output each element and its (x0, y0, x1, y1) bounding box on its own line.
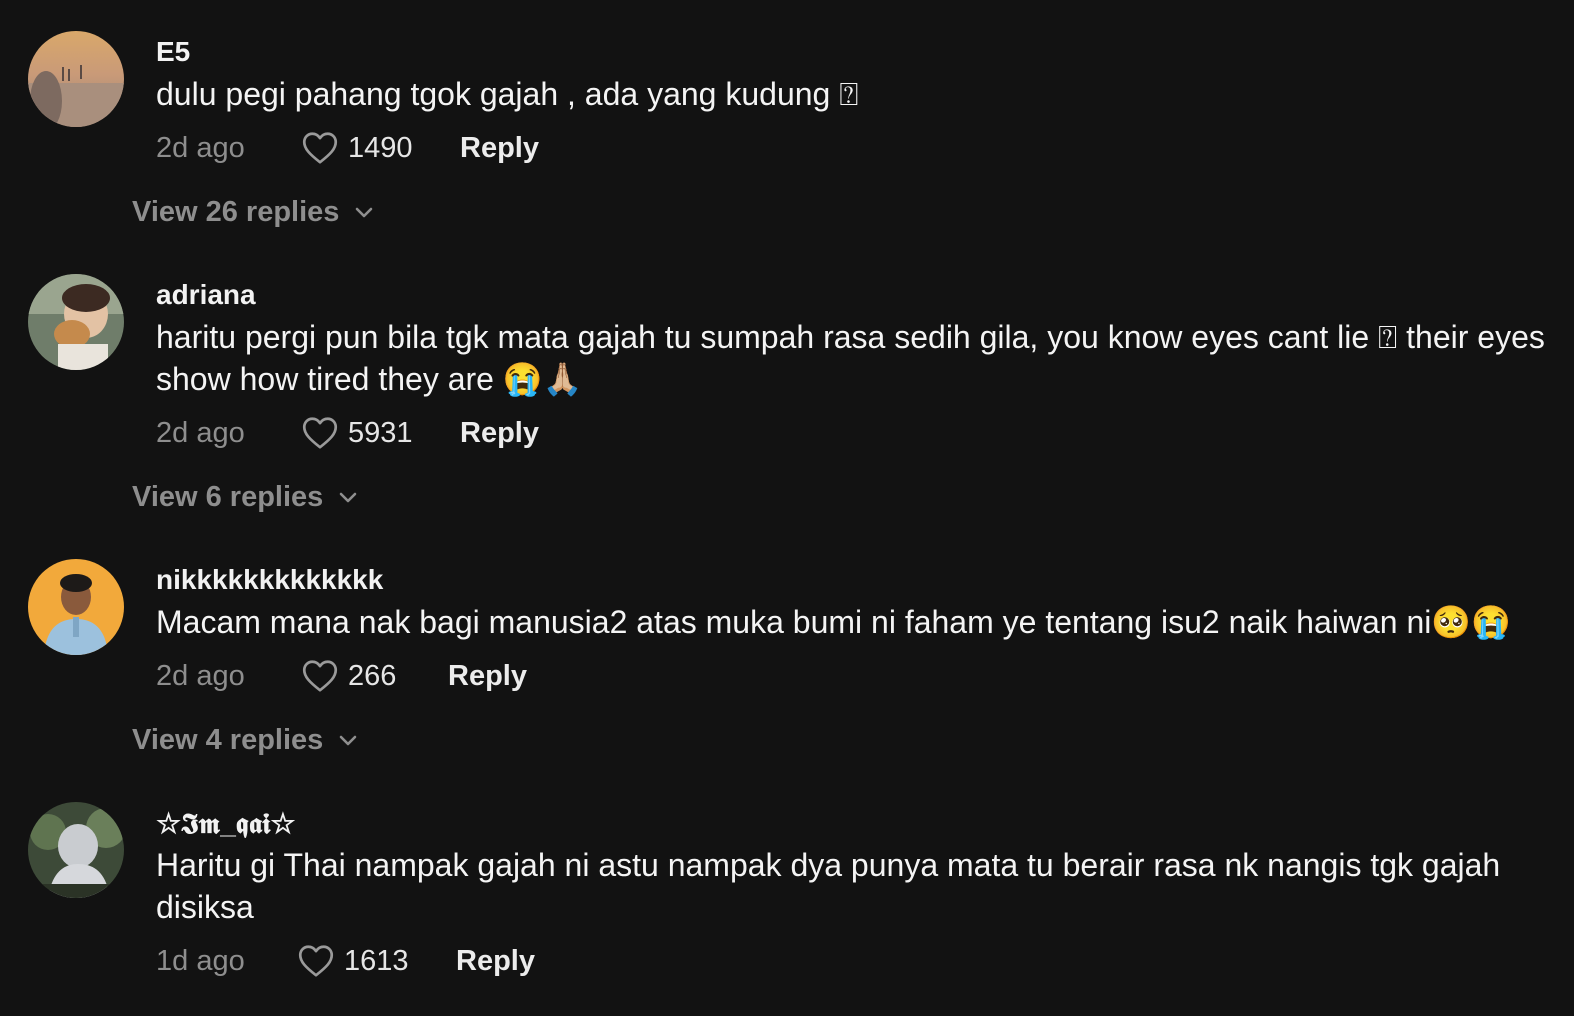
like-button[interactable]: 1613 (298, 944, 444, 978)
comment-time: 2d ago (156, 659, 245, 692)
avatar[interactable] (28, 31, 124, 127)
comment-username[interactable]: nikkkkkkkkkkkkk (156, 564, 383, 596)
like-count: 1613 (344, 944, 409, 977)
avatar[interactable] (28, 559, 124, 655)
heart-icon (302, 132, 338, 164)
reply-button[interactable]: Reply (460, 417, 539, 450)
view-replies-label: View 4 replies (132, 724, 324, 756)
like-count: 1490 (348, 131, 413, 164)
view-replies-button[interactable]: View 4 replies (132, 724, 359, 757)
heart-icon (302, 660, 338, 692)
reply-button[interactable]: Reply (460, 132, 539, 165)
comment-username[interactable]: E5 (156, 36, 190, 68)
like-button[interactable]: 5931 (302, 416, 448, 450)
comment-username[interactable]: ☆𝕴𝖒_𝖖𝖆𝖎☆ (156, 807, 296, 841)
like-count: 266 (348, 659, 397, 692)
chevron-down-icon (340, 492, 357, 502)
comment-username[interactable]: adriana (156, 279, 256, 311)
comment-time: 1d ago (156, 944, 245, 977)
comment-text: dulu pegi pahang tgok gajah , ada yang k… (156, 76, 859, 112)
avatar[interactable] (28, 274, 124, 370)
comment-text: haritu pergi pun bila tgk mata gajah tu … (156, 319, 1545, 397)
chevron-down-icon (356, 207, 373, 217)
reply-button[interactable]: Reply (448, 660, 527, 693)
comment-time: 2d ago (156, 416, 245, 449)
comment-meta: 2d ago 5931 Reply (156, 413, 539, 453)
like-button[interactable]: 266 (302, 659, 436, 693)
comment-text: Macam mana nak bagi manusia2 atas muka b… (156, 604, 1512, 640)
comment-meta: 1d ago 1613 Reply (156, 941, 535, 981)
comment-text: Haritu gi Thai nampak gajah ni astu namp… (156, 847, 1501, 925)
comment-meta: 2d ago 1490 Reply (156, 128, 539, 168)
comment-meta: 2d ago 266 Reply (156, 656, 527, 696)
view-replies-button[interactable]: View 26 replies (132, 196, 375, 229)
reply-button[interactable]: Reply (456, 945, 535, 978)
like-count: 5931 (348, 416, 413, 449)
view-replies-label: View 6 replies (132, 481, 324, 513)
comment-time: 2d ago (156, 131, 245, 164)
like-button[interactable]: 1490 (302, 131, 448, 165)
view-replies-button[interactable]: View 6 replies (132, 481, 359, 514)
chevron-down-icon (340, 735, 357, 745)
heart-icon (302, 417, 338, 449)
avatar[interactable] (28, 802, 124, 898)
view-replies-label: View 26 replies (132, 196, 340, 228)
heart-icon (298, 945, 334, 977)
